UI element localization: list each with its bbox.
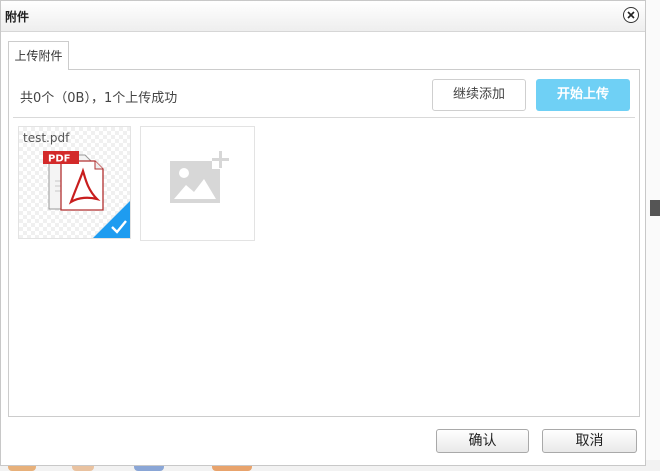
- dialog-title: 附件: [5, 10, 30, 24]
- continue-add-button[interactable]: 继续添加: [432, 79, 526, 111]
- uploaded-check-badge: [93, 201, 130, 238]
- start-upload-button[interactable]: 开始上传: [536, 79, 630, 111]
- close-icon: [627, 11, 635, 19]
- svg-text:PDF: PDF: [48, 154, 70, 165]
- confirm-button[interactable]: 确认: [436, 429, 529, 453]
- cancel-button[interactable]: 取消: [542, 429, 637, 453]
- add-image-icon: [170, 151, 229, 203]
- upload-status-text: 共0个（0B），1个上传成功: [20, 91, 178, 106]
- panel-divider: [13, 117, 635, 118]
- add-file-tile[interactable]: [140, 126, 255, 241]
- background-page-edge: [646, 0, 660, 471]
- file-item[interactable]: test.pdf PDF: [18, 126, 131, 239]
- dialog-titlebar[interactable]: 附件: [1, 1, 645, 32]
- tab-upload-attachment[interactable]: 上传附件: [8, 41, 69, 70]
- attachment-dialog: 附件 上传附件 共0个（0B），1个上传成功 继续添加 开始上传 test.pd…: [0, 0, 646, 466]
- upload-panel: 共0个（0B），1个上传成功 继续添加 开始上传 test.pdf PDF: [8, 69, 640, 417]
- file-name: test.pdf: [23, 131, 70, 145]
- close-button[interactable]: [623, 7, 639, 23]
- background-page-mark: [650, 200, 660, 216]
